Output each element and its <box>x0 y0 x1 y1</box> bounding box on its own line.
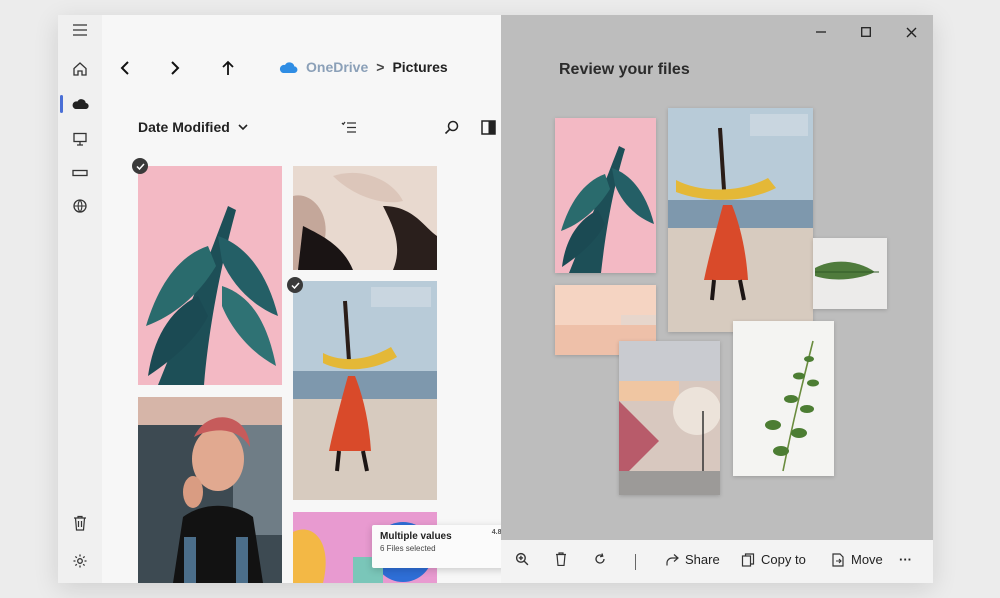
this-pc-button[interactable] <box>58 124 102 154</box>
file-browser-pane: OneDrive > Pictures Date Modified Multip… <box>102 15 518 583</box>
collage-plant[interactable] <box>733 321 834 476</box>
forward-button[interactable] <box>162 55 188 81</box>
command-bar: Share Copy to Move ··· <box>501 540 933 583</box>
copy-to-button[interactable]: Copy to <box>741 552 806 567</box>
list-checklist-icon <box>341 121 356 133</box>
zoom-button[interactable] <box>515 552 529 566</box>
review-title: Review your files <box>559 61 690 78</box>
cloud-icon <box>72 99 89 110</box>
split-pane-icon <box>480 119 496 135</box>
move-button[interactable]: Move <box>831 552 883 567</box>
move-label: Move <box>851 552 883 567</box>
pink-leaf-image <box>138 166 282 385</box>
green-leaf-image <box>813 238 887 309</box>
breadcrumb-current[interactable]: Pictures <box>392 59 447 75</box>
minimize-button[interactable] <box>806 23 836 41</box>
chevron-right-icon <box>171 61 180 75</box>
selection-count: 6 Files selected <box>380 544 436 553</box>
home-button[interactable] <box>58 54 102 84</box>
drive-icon <box>72 169 88 177</box>
rotate-icon <box>595 553 605 564</box>
selected-check[interactable] <box>287 277 303 293</box>
thumbnail-pink-leaf[interactable] <box>138 166 282 385</box>
selection-title: Multiple values <box>380 531 452 542</box>
globe-icon <box>73 199 87 213</box>
breadcrumb: OneDrive > Pictures <box>278 59 448 75</box>
geometric-room-image <box>619 341 720 495</box>
search-button[interactable] <box>439 115 463 139</box>
back-button[interactable] <box>112 55 138 81</box>
close-icon <box>906 27 916 37</box>
checkmark-icon <box>135 162 145 170</box>
arrow-up-icon <box>222 60 234 75</box>
breadcrumb-separator: > <box>376 59 385 75</box>
close-button[interactable] <box>896 23 926 41</box>
command-divider <box>635 554 636 570</box>
maximize-button[interactable] <box>851 23 881 41</box>
recycle-bin-button[interactable] <box>58 508 102 538</box>
onedrive-icon <box>279 61 298 73</box>
toggle-pane-button[interactable] <box>476 115 500 139</box>
sort-label: Date Modified <box>138 119 230 135</box>
trash-icon <box>556 552 566 566</box>
checkmark-icon <box>290 281 300 289</box>
navigation-rail <box>58 15 102 583</box>
delete-button[interactable] <box>554 552 568 566</box>
home-icon <box>73 62 87 76</box>
breadcrumb-onedrive[interactable]: OneDrive <box>306 59 368 75</box>
selection-info-card: 4.8mb Multiple values 6 Files selected <box>372 525 518 568</box>
share-button[interactable]: Share <box>665 552 720 567</box>
chevron-down-icon <box>238 123 248 130</box>
drive-button[interactable] <box>58 158 102 188</box>
onedrive-button[interactable] <box>58 89 102 119</box>
share-icon <box>666 553 679 565</box>
pink-leaf-image <box>555 118 656 273</box>
zoom-in-icon <box>515 552 529 566</box>
portrait-image <box>138 397 282 583</box>
network-button[interactable] <box>58 191 102 221</box>
thumbnail-portrait[interactable] <box>138 397 282 583</box>
move-icon <box>832 552 844 567</box>
settings-button[interactable] <box>58 546 102 576</box>
chevron-left-icon <box>120 61 129 75</box>
dancer-beach-image <box>668 108 813 332</box>
collage-geometric-room[interactable] <box>619 341 720 495</box>
abstract-paint-image <box>293 166 437 270</box>
view-options-button[interactable] <box>337 115 361 139</box>
thumbnail-abstract-paint[interactable] <box>293 166 437 270</box>
maximize-icon <box>861 27 871 37</box>
review-pane: Review your files Share Copy to Move ··· <box>501 15 933 583</box>
gear-icon <box>73 554 87 568</box>
plant-image <box>733 321 834 476</box>
up-button[interactable] <box>215 55 241 81</box>
menu-button[interactable] <box>58 15 102 45</box>
search-icon <box>444 120 458 134</box>
trash-icon <box>74 515 86 531</box>
rotate-button[interactable] <box>593 552 607 566</box>
sort-dropdown[interactable]: Date Modified <box>138 119 248 135</box>
collage-dancer-beach[interactable] <box>668 108 813 332</box>
file-manager-window: OneDrive > Pictures Date Modified Multip… <box>58 15 933 583</box>
minimize-icon <box>816 31 826 33</box>
selected-check[interactable] <box>132 158 148 174</box>
menu-icon <box>73 24 87 36</box>
copy-to-label: Copy to <box>761 552 806 567</box>
pc-icon <box>73 132 87 146</box>
collage-green-leaf[interactable] <box>813 238 887 309</box>
collage-pink-leaf[interactable] <box>555 118 656 273</box>
more-icon: ··· <box>899 552 912 567</box>
thumbnail-dancer-beach[interactable] <box>293 281 437 500</box>
dancer-beach-image <box>293 281 437 500</box>
copy-icon <box>741 552 755 567</box>
more-button[interactable]: ··· <box>899 552 912 567</box>
share-label: Share <box>685 552 720 567</box>
